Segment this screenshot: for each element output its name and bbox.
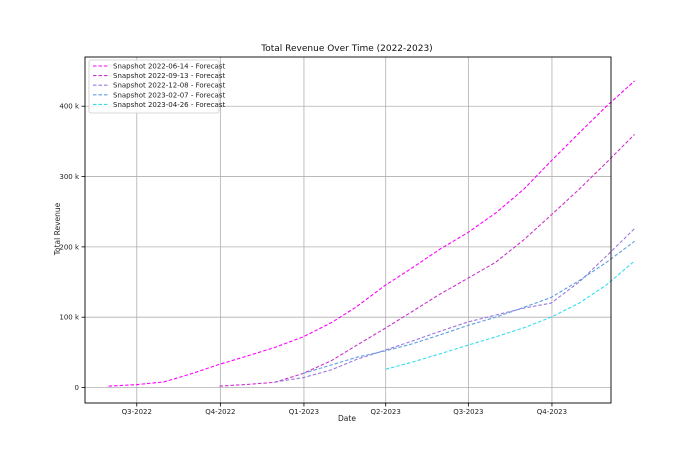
legend: Snapshot 2022-06-14 - ForecastSnapshot 2… — [88, 59, 225, 114]
x-axis-label: Date — [338, 414, 356, 423]
series-line-1 — [108, 80, 635, 387]
x-tick-label: Q3-2022 — [122, 408, 152, 416]
y-tick-label: 100 k — [59, 314, 80, 322]
series-line-5 — [385, 260, 635, 370]
legend-label: Snapshot 2022-12-08 - Forecast — [113, 82, 225, 90]
x-tick-label: Q1-2023 — [289, 408, 319, 416]
legend-label: Snapshot 2022-09-13 - Forecast — [113, 72, 225, 80]
y-tick-label: 400 k — [59, 103, 80, 111]
x-tick-label: Q3-2023 — [453, 408, 483, 416]
x-tick-label: Q4-2022 — [205, 408, 235, 416]
y-tick-label: 0 — [75, 384, 79, 392]
series-line-3 — [274, 228, 635, 383]
y-tick-label: 200 k — [59, 243, 80, 251]
series-lines — [108, 80, 635, 387]
x-tick-label: Q2-2023 — [371, 408, 401, 416]
x-tick-label: Q4-2023 — [537, 408, 567, 416]
legend-label: Snapshot 2022-06-14 - Forecast — [113, 63, 225, 71]
chart-title: Total Revenue Over Time (2022-2023) — [260, 44, 432, 54]
legend-label: Snapshot 2023-02-07 - Forecast — [113, 91, 225, 99]
y-axis-label: Total Revenue — [53, 202, 62, 256]
series-line-4 — [302, 240, 635, 375]
series-line-2 — [219, 134, 635, 387]
revenue-line-chart: Total Revenue Over Time (2022-2023) Q3-2… — [53, 44, 635, 423]
y-tick-label: 300 k — [59, 173, 80, 181]
legend-label: Snapshot 2023-04-26 - Forecast — [113, 101, 225, 109]
